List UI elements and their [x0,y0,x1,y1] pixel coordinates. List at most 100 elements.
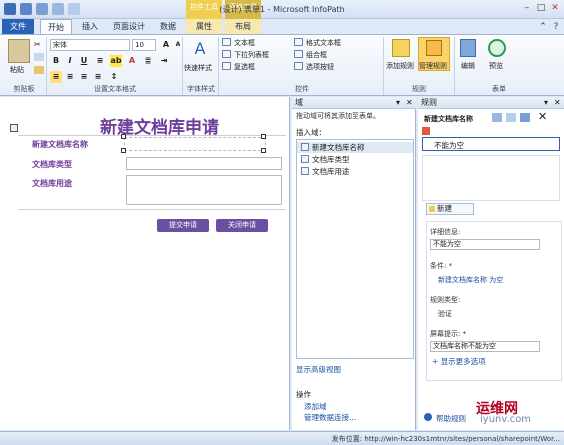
edit-icon[interactable] [460,39,476,57]
field-item[interactable]: 文档库类型 [297,154,413,165]
fields-hint: 拖动域可将其添加至表单。 [296,112,380,120]
bold-icon[interactable]: B [50,55,62,67]
justify-icon[interactable]: ≡ [92,71,104,83]
maximize-button[interactable]: □ [534,2,548,14]
help-rules-link[interactable]: 帮助规则 [436,413,466,424]
align-center-icon[interactable]: ≡ [64,71,76,83]
paste-icon[interactable] [8,39,30,63]
highlight-icon[interactable]: ab [110,55,122,67]
selection-handle[interactable] [261,134,266,139]
rule-name-input[interactable]: 不能为空 [430,239,540,250]
duplicate-rule-icon[interactable] [520,113,530,122]
list-icon[interactable]: ≡ [94,55,106,67]
grow-font-icon[interactable]: A [160,39,172,51]
italic-icon[interactable]: I [64,55,76,67]
clear-format-icon[interactable]: ≣ [142,55,154,67]
group-separator [383,37,384,95]
rule-item-label: 不能为空 [434,141,464,150]
type-field[interactable] [126,157,282,170]
control-option-button[interactable]: 选项按钮 [294,62,334,73]
field-label-type: 文档库类型 [32,160,72,169]
preview-form-icon[interactable] [488,39,506,57]
align-left-icon[interactable]: ≡ [50,71,62,83]
rules-group-label: 规则 [412,85,426,93]
format-painter-icon[interactable] [34,66,44,74]
screentip-label: 屏幕提示: * [430,330,467,338]
add-rule-icon[interactable] [392,39,410,57]
tab-home[interactable]: 开始 [40,19,72,34]
pane-menu-icon[interactable]: ▾ [544,98,548,107]
copy-rule-icon[interactable] [492,113,502,122]
add-rule-button[interactable]: 添加规则 [386,61,414,71]
controls-group-label: 控件 [295,85,309,93]
manage-data-link[interactable]: 管理数据连接... [304,412,356,423]
quick-styles-icon[interactable]: A [190,39,210,61]
help-icon[interactable]: ? [549,21,563,33]
table-handle-icon[interactable] [10,124,18,132]
font-group-label: 设置文本格式 [94,85,136,93]
field-item[interactable]: 文档库用途 [297,166,413,177]
control-combobox[interactable]: 组合框 [294,50,327,61]
group-separator [46,37,47,95]
cut-icon[interactable]: ✂ [34,40,44,49]
control-textbox[interactable]: 文本框 [222,38,255,49]
show-advanced-link[interactable]: 显示高级视图 [296,364,341,375]
line-spacing-icon[interactable]: ↕ [108,71,120,83]
delete-rule-icon[interactable]: ✕ [538,110,547,123]
minimize-button[interactable]: – [520,2,534,14]
name-textbox[interactable] [124,137,266,151]
tab-file[interactable]: 文件 [2,19,34,34]
fields-pane: 域 ▾ ✕ 拖动域可将其添加至表单。 插入域： 新建文档库名称 文档库类型 文档… [292,97,416,430]
ribbon-tabs: 文件 开始 插入 页面设计 数据 属性 布局 ⌃ ? [0,19,564,34]
pane-close-icon[interactable]: ✕ [554,98,561,107]
control-checkbox[interactable]: 复选框 [222,62,255,73]
divider [18,209,286,210]
font-name-combo[interactable]: 宋体 [50,39,130,51]
rule-type-label: 规则类型: [430,296,461,304]
field-label-purpose: 文档库用途 [32,179,72,188]
control-rich-textbox[interactable]: 格式文本框 [294,38,341,49]
selection-handle[interactable] [121,134,126,139]
condition-link[interactable]: 新建文档库名称 为空 [438,275,503,285]
underline-icon[interactable]: U [78,55,90,67]
edit-button[interactable]: 编辑 [461,61,475,71]
screentip-input[interactable]: 文档库名称不能为空 [430,341,540,352]
tab-page-design[interactable]: 页面设计 [108,19,150,34]
publish-location: 发布位置: http://win-hc230s1mtnr/sites/perso… [331,435,560,443]
tab-layout[interactable]: 布局 [225,19,261,34]
manage-rules-icon [426,40,442,56]
submit-button[interactable]: 提交申请 [157,219,209,232]
selection-handle[interactable] [121,148,126,153]
field-label-name: 新建文档库名称 [32,140,88,149]
group-separator [182,37,183,95]
fields-list[interactable]: 新建文档库名称 文档库类型 文档库用途 [296,139,414,359]
purpose-field[interactable] [126,175,282,205]
tab-properties[interactable]: 属性 [186,19,222,34]
design-canvas[interactable]: 新建文档库申请 新建文档库名称 文档库类型 文档库用途 提交申请 关闭申请 [0,97,290,430]
paste-button[interactable]: 粘贴 [10,65,24,75]
tab-insert[interactable]: 插入 [76,19,104,34]
preview-button[interactable]: 预览 [489,61,503,71]
font-size-combo[interactable]: 10 [132,39,156,51]
paste-rule-icon[interactable] [506,113,516,122]
help-circle-icon [424,413,432,421]
selection-handle[interactable] [261,148,266,153]
quick-styles-button[interactable]: 快速样式 [184,63,212,73]
close-form-button[interactable]: 关闭申请 [216,219,268,232]
field-item[interactable]: 新建文档库名称 [297,142,413,153]
close-window-button[interactable]: ✕ [548,2,562,14]
plus-icon: + [432,357,439,366]
ribbon: 粘贴 ✂ 剪贴板 宋体 10 A A B I U ≡ ab A ≣ ⇥ ≡ ≡ … [0,34,564,96]
control-dropdown[interactable]: 下拉列表框 [222,50,269,61]
tab-data[interactable]: 数据 [154,19,182,34]
font-color-icon[interactable]: A [126,55,138,67]
ribbon-minimize-icon[interactable]: ⌃ [536,21,550,33]
insert-field-label: 插入域： [296,128,326,137]
indent-icon[interactable]: ⇥ [158,55,170,67]
pane-menu-icon[interactable]: ▾ [396,98,400,107]
show-more-options[interactable]: + 显示更多选项 [432,356,486,367]
add-field-link[interactable]: 添加域 [304,401,327,412]
copy-icon[interactable] [34,53,44,61]
align-right-icon[interactable]: ≡ [78,71,90,83]
pane-close-icon[interactable]: ✕ [406,98,413,107]
